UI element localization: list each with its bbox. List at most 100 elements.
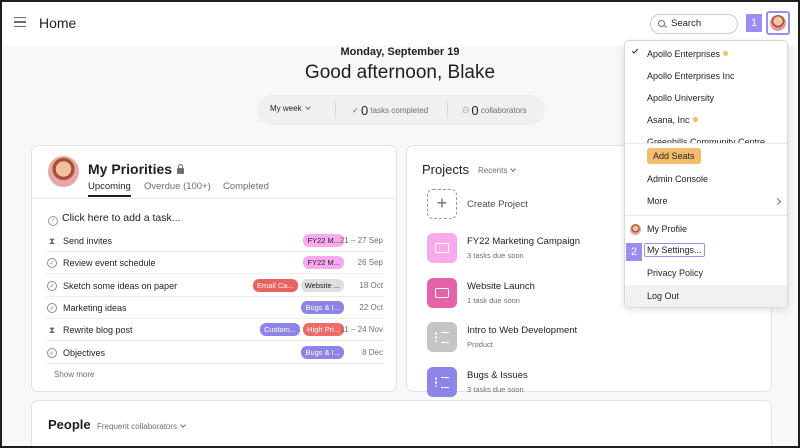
project-tag[interactable]: Email Ca... bbox=[253, 278, 298, 292]
add-seats-button[interactable]: Add Seats bbox=[647, 148, 701, 164]
task-name: Review event schedule bbox=[63, 258, 156, 269]
task-row[interactable]: ⧗ Rewrite blog post Custom... High Pri... 11… bbox=[46, 319, 384, 342]
people-title: People bbox=[48, 417, 91, 432]
divider bbox=[625, 215, 787, 216]
search-placeholder: Search bbox=[671, 18, 702, 29]
project-item[interactable]: Intro to Web Development Product bbox=[427, 322, 727, 354]
project-tag[interactable]: Bugs & I... bbox=[301, 300, 344, 314]
task-tags: FY22 M... bbox=[303, 234, 344, 247]
hourglass-icon[interactable]: ⧗ bbox=[47, 325, 57, 335]
divider bbox=[625, 143, 787, 144]
task-name: Rewrite blog post bbox=[63, 325, 133, 336]
project-item[interactable]: Bugs & Issues 3 tasks due soon bbox=[427, 366, 727, 399]
account-dropdown: Apollo Enterprises Apollo Enterprises In… bbox=[624, 40, 788, 308]
task-row[interactable]: ✓ Sketch some ideas on paper Email Ca... We… bbox=[46, 275, 384, 297]
tab-upcoming[interactable]: Upcoming bbox=[88, 181, 131, 197]
project-subtitle: 3 tasks due soon bbox=[467, 384, 524, 394]
project-tag[interactable]: High Pri... bbox=[303, 323, 344, 337]
due-date: 18 Oct bbox=[359, 280, 383, 290]
task-row[interactable]: ✓ Review event schedule FY22 M... 26 Sep bbox=[46, 252, 384, 275]
chevron-down-icon bbox=[510, 166, 517, 172]
avatar bbox=[770, 15, 786, 31]
people-icon: ⚇ bbox=[462, 106, 470, 115]
tab-completed[interactable]: Completed bbox=[223, 181, 269, 192]
stats-bar: My week ✓ 0 tasks completed ⚇ 0 collabor… bbox=[257, 95, 545, 125]
project-name: FY22 Marketing Campaign bbox=[467, 236, 580, 247]
project-tag[interactable]: FY22 M... bbox=[303, 256, 344, 270]
project-tag[interactable]: Website ... bbox=[300, 278, 344, 292]
add-task-input[interactable]: ✓ Click here to add a task... bbox=[48, 212, 180, 226]
divider bbox=[447, 102, 448, 118]
project-icon bbox=[427, 233, 457, 263]
project-tag[interactable]: FY22 M... bbox=[303, 234, 344, 247]
priorities-title: My Priorities bbox=[88, 161, 185, 177]
check-circle-icon[interactable]: ✓ bbox=[47, 302, 57, 313]
avatar bbox=[630, 224, 641, 235]
workspace-item[interactable]: Apollo Enterprises bbox=[647, 49, 729, 59]
chevron-down-icon bbox=[180, 422, 186, 428]
step-badge-1: 1 bbox=[746, 14, 762, 32]
list-icon bbox=[435, 332, 449, 343]
collaborators-stat: ⚇ 0 collaborators bbox=[462, 103, 527, 118]
menu-icon[interactable] bbox=[14, 17, 26, 27]
app-window: Home Search 1 Monday, September 19 Good … bbox=[0, 0, 800, 448]
more-item[interactable]: More bbox=[647, 196, 668, 206]
check-circle-icon[interactable]: ✓ bbox=[47, 347, 57, 358]
search-input[interactable]: Search bbox=[650, 14, 738, 34]
calendar-icon bbox=[435, 287, 449, 298]
workspace-item[interactable]: Apollo University bbox=[647, 93, 714, 103]
privacy-policy-item[interactable]: Privacy Policy bbox=[647, 268, 703, 278]
task-name: Marketing ideas bbox=[63, 302, 127, 313]
task-tags: Custom... High Pri... bbox=[259, 323, 344, 337]
week-selector[interactable]: My week bbox=[270, 104, 311, 113]
checkmark-icon bbox=[631, 47, 639, 54]
list-icon bbox=[435, 376, 449, 388]
hourglass-icon[interactable]: ⧗ bbox=[47, 236, 57, 246]
divider bbox=[32, 198, 396, 199]
chevron-right-icon bbox=[773, 197, 782, 206]
project-subtitle: 3 tasks due soon bbox=[467, 251, 524, 260]
project-tag[interactable]: Custom... bbox=[259, 323, 301, 337]
project-tag[interactable]: Bugs & I... bbox=[301, 345, 344, 359]
project-icon bbox=[427, 366, 457, 397]
chevron-down-icon bbox=[304, 104, 311, 110]
task-tags: Bugs & I... bbox=[301, 345, 344, 359]
people-card: People Frequent collaborators bbox=[31, 400, 772, 446]
check-circle-icon: ✓ bbox=[48, 216, 58, 226]
show-more-link[interactable]: Show more bbox=[54, 370, 94, 379]
task-tags: Email Ca... Website ... bbox=[253, 278, 344, 292]
due-date: 26 Sep bbox=[357, 258, 383, 268]
task-row[interactable]: ✓ Marketing ideas Bugs & I... 22 Oct bbox=[46, 297, 384, 319]
task-tags: Bugs & I... bbox=[301, 300, 344, 314]
due-date: 8 Dec bbox=[362, 347, 383, 357]
task-row[interactable]: ✓ Objectives Bugs & I... 8 Dec bbox=[46, 342, 384, 364]
calendar-icon bbox=[435, 243, 449, 253]
check-circle-icon[interactable]: ✓ bbox=[47, 258, 57, 269]
collaborators-filter[interactable]: Frequent collaborators bbox=[97, 422, 186, 431]
divider bbox=[335, 102, 336, 118]
workspace-item[interactable]: Apollo Enterprises Inc bbox=[647, 71, 735, 81]
profile-avatar-button[interactable] bbox=[766, 11, 790, 35]
log-out-item[interactable]: Log Out bbox=[647, 291, 679, 301]
project-name: Intro to Web Development bbox=[467, 325, 578, 336]
check-circle-icon[interactable]: ✓ bbox=[47, 280, 57, 291]
projects-title: Projects bbox=[422, 162, 469, 177]
task-name: Objectives bbox=[63, 347, 106, 358]
admin-console-item[interactable]: Admin Console bbox=[647, 174, 708, 184]
my-profile-item[interactable]: My Profile bbox=[647, 224, 687, 234]
tab-overdue[interactable]: Overdue (100+) bbox=[144, 181, 211, 192]
my-settings-item[interactable]: My Settings... bbox=[644, 243, 705, 257]
notification-dot bbox=[692, 117, 698, 122]
search-icon bbox=[658, 20, 665, 27]
project-icon bbox=[427, 322, 457, 352]
due-date: 21 – 27 Sep bbox=[339, 236, 383, 245]
task-row[interactable]: ⧗ Send invites FY22 M... 21 – 27 Sep bbox=[46, 230, 384, 252]
workspace-item[interactable]: Asana, Inc bbox=[647, 115, 698, 125]
page-title: Home bbox=[39, 15, 77, 31]
step-badge-2: 2 bbox=[626, 243, 642, 261]
project-subtitle: Product bbox=[467, 340, 493, 349]
notification-dot bbox=[723, 51, 729, 56]
plus-icon: + bbox=[427, 189, 457, 219]
recents-filter[interactable]: Recents bbox=[478, 166, 517, 175]
task-name: Sketch some ideas on paper bbox=[63, 280, 178, 291]
